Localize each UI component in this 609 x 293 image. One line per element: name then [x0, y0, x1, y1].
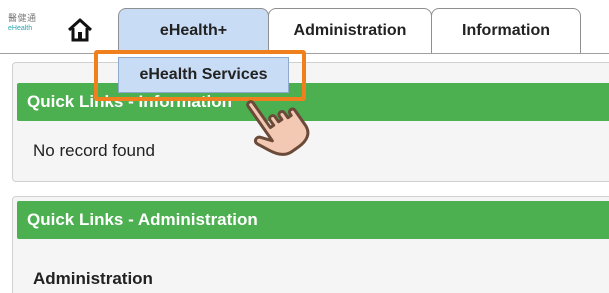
top-nav: 醫健通 eHealth eHealth+ Administration Info…	[0, 0, 609, 57]
logo-chinese-text: 醫健通	[8, 14, 37, 24]
home-icon[interactable]	[66, 16, 94, 44]
hand-pointer-icon	[232, 82, 324, 160]
ehealth-logo[interactable]: 醫健通 eHealth	[8, 14, 44, 44]
empty-message: No record found	[33, 141, 155, 160]
tab-administration-label: Administration	[293, 22, 407, 39]
tab-information[interactable]: Information	[431, 8, 581, 53]
quick-links-administration-panel: Quick Links - Administration Administrat…	[12, 196, 609, 293]
section-heading: Administration	[33, 269, 153, 288]
logo-english-text: eHealth	[8, 25, 33, 32]
page: 醫健通 eHealth eHealth+ Administration Info…	[0, 0, 609, 293]
tab-administration[interactable]: Administration	[268, 8, 432, 53]
tab-ehealth-plus[interactable]: eHealth+	[118, 8, 269, 53]
tab-information-label: Information	[462, 22, 550, 39]
panel-title: Quick Links - Administration	[17, 201, 609, 239]
tab-ehealth-plus-label: eHealth+	[159, 22, 228, 39]
